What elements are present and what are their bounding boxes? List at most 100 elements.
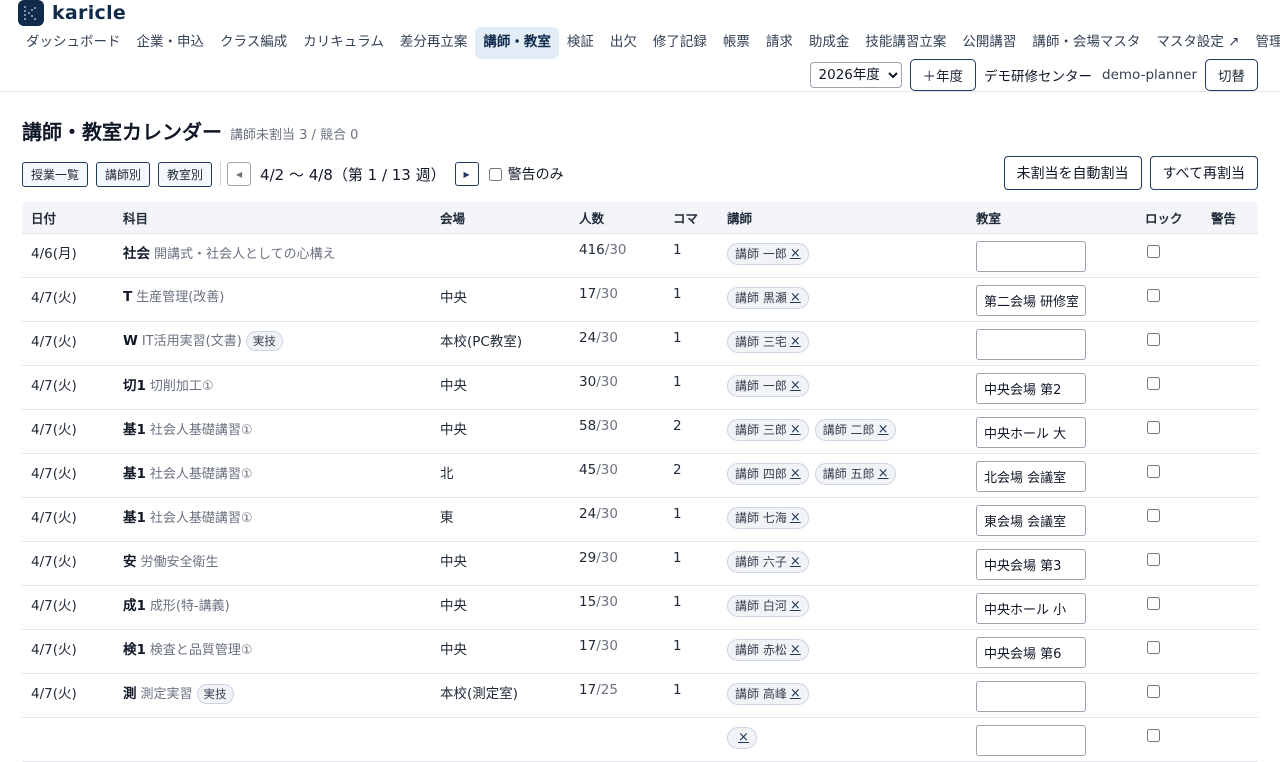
room-input[interactable] <box>976 636 1086 668</box>
remove-instructor-icon[interactable]: × <box>790 290 801 305</box>
view-by-instructor-button[interactable]: 講師別 <box>96 161 151 187</box>
lock-cell <box>1136 365 1202 410</box>
room-input[interactable] <box>976 548 1086 580</box>
lock-checkbox[interactable] <box>1147 552 1160 566</box>
view-by-room-button[interactable]: 教室別 <box>158 161 213 187</box>
remove-instructor-icon[interactable]: × <box>790 554 801 569</box>
top-bar: karicle ダッシュボード 企業・申込 クラス編成 カリキュラム 差分再立案 講師・教… <box>0 0 1280 92</box>
nav-item[interactable]: 修了記録 <box>645 27 715 59</box>
remove-instructor-icon[interactable]: × <box>878 466 889 481</box>
subject-name: 社会人基礎講習① <box>149 510 253 526</box>
remove-instructor-icon[interactable]: × <box>790 378 801 393</box>
lock-checkbox[interactable] <box>1147 508 1160 522</box>
room-input[interactable] <box>976 416 1086 448</box>
fiscal-year-select[interactable]: 2026年度 <box>809 62 902 88</box>
remove-instructor-icon[interactable]: × <box>790 598 801 613</box>
room-input[interactable] <box>976 592 1086 624</box>
room-input[interactable] <box>976 504 1086 536</box>
remove-instructor-icon[interactable]: × <box>790 246 801 261</box>
nav-item[interactable]: 差分再立案 <box>392 27 476 59</box>
switch-button[interactable]: 切替 <box>1205 59 1258 91</box>
nav-item[interactable]: ダッシュボード <box>18 27 129 59</box>
room-input[interactable] <box>976 680 1086 712</box>
room-input[interactable] <box>976 724 1086 756</box>
practical-tag: 実技 <box>245 330 283 351</box>
warning-cell <box>1202 629 1258 674</box>
warnings-only-checkbox[interactable] <box>488 167 502 181</box>
lock-checkbox[interactable] <box>1147 684 1160 698</box>
instructor-chip: 講師 五郎 × <box>814 462 897 485</box>
nav-item[interactable]: 公開講習 <box>954 27 1024 59</box>
venue-cell: 中央 <box>431 585 570 630</box>
headcount: 17 <box>579 285 597 302</box>
warning-cell <box>1202 717 1258 762</box>
remove-instructor-icon[interactable]: × <box>790 510 801 525</box>
lock-checkbox[interactable] <box>1147 464 1160 478</box>
subject-cell <box>114 717 431 762</box>
column-header: 科目 <box>114 202 431 234</box>
remove-instructor-icon[interactable]: × <box>790 422 801 437</box>
lock-checkbox[interactable] <box>1147 596 1160 610</box>
room-input[interactable] <box>976 240 1086 272</box>
room-input[interactable] <box>976 284 1086 316</box>
warning-cell <box>1202 497 1258 542</box>
nav-item[interactable]: 管理 <box>1247 27 1280 59</box>
view-lessons-button[interactable]: 授業一覧 <box>22 161 89 187</box>
capacity: /30 <box>596 593 618 610</box>
next-week-button[interactable]: ▶ <box>454 162 479 186</box>
lock-checkbox[interactable] <box>1147 288 1160 302</box>
remove-instructor-icon[interactable]: × <box>738 730 749 745</box>
remove-instructor-icon[interactable]: × <box>790 686 801 701</box>
instructor-cell: 講師 三郎 × 講師 二郎 × <box>718 409 967 454</box>
subject-cell: 基1 社会人基礎講習① <box>114 497 431 542</box>
subject-name: 労働安全衛生 <box>140 554 219 570</box>
nav-item[interactable]: 企業・申込 <box>129 27 213 59</box>
caret-left-icon: ◀ <box>235 169 243 179</box>
lock-checkbox[interactable] <box>1147 728 1160 742</box>
nav-item[interactable]: クラス編成 <box>212 27 295 59</box>
lock-checkbox[interactable] <box>1147 420 1160 434</box>
nav-item[interactable]: マスタ設定 ↗ <box>1148 27 1247 59</box>
room-input[interactable] <box>976 372 1086 404</box>
headcount-cell: 29/30 <box>570 541 664 586</box>
brand-name: karicle <box>52 2 127 24</box>
auto-assign-button[interactable]: 未割当を自動割当 <box>1003 156 1142 190</box>
subject-name: 測定実習 <box>140 686 193 702</box>
remove-instructor-icon[interactable]: × <box>790 466 801 481</box>
nav-item[interactable]: カリキュラム <box>295 27 392 59</box>
nav-item[interactable]: 講師・教室 <box>475 27 559 59</box>
nav-item[interactable]: 帳票 <box>715 27 758 59</box>
subject-name: 生産管理(改善) <box>136 289 225 305</box>
nav-item[interactable]: 講師・会場マスタ <box>1024 27 1148 59</box>
remove-instructor-icon[interactable]: × <box>790 334 801 349</box>
koma-cell: 2 <box>664 453 718 498</box>
room-input[interactable] <box>976 328 1086 360</box>
warning-cell <box>1202 321 1258 366</box>
nav-item[interactable]: 検証 <box>559 27 602 59</box>
reassign-all-button[interactable]: すべて再割当 <box>1149 156 1258 190</box>
lock-cell <box>1136 717 1202 762</box>
nav-item[interactable]: 請求 <box>758 27 801 59</box>
venue-cell: 本校(測定室) <box>431 673 570 718</box>
lock-checkbox[interactable] <box>1147 640 1160 654</box>
brand[interactable]: karicle <box>18 0 126 26</box>
room-cell <box>967 717 1136 762</box>
lock-checkbox[interactable] <box>1147 332 1160 346</box>
remove-instructor-icon[interactable]: × <box>878 422 889 437</box>
room-input[interactable] <box>976 460 1086 492</box>
lock-checkbox[interactable] <box>1147 244 1160 258</box>
table-row: 4/7(火) 成1 成形(特-講義) 中央 15/30 1 講師 白河 × <box>22 585 1258 630</box>
warnings-only-toggle[interactable]: 警告のみ <box>488 164 564 184</box>
koma-cell: 1 <box>664 365 718 410</box>
date-cell: 4/7(火) <box>22 453 114 498</box>
nav-item[interactable]: 出欠 <box>602 27 645 59</box>
venue-cell: 中央 <box>431 409 570 454</box>
nav-item[interactable]: 技能講習立案 <box>857 27 954 59</box>
remove-instructor-icon[interactable]: × <box>790 642 801 657</box>
instructor-chip: × <box>727 726 757 749</box>
prev-week-button[interactable]: ◀ <box>227 162 252 186</box>
lock-checkbox[interactable] <box>1147 376 1160 390</box>
headcount-cell: 416/30 <box>570 233 664 278</box>
nav-item[interactable]: 助成金 <box>801 27 858 59</box>
add-year-button[interactable]: ＋年度 <box>909 59 977 91</box>
